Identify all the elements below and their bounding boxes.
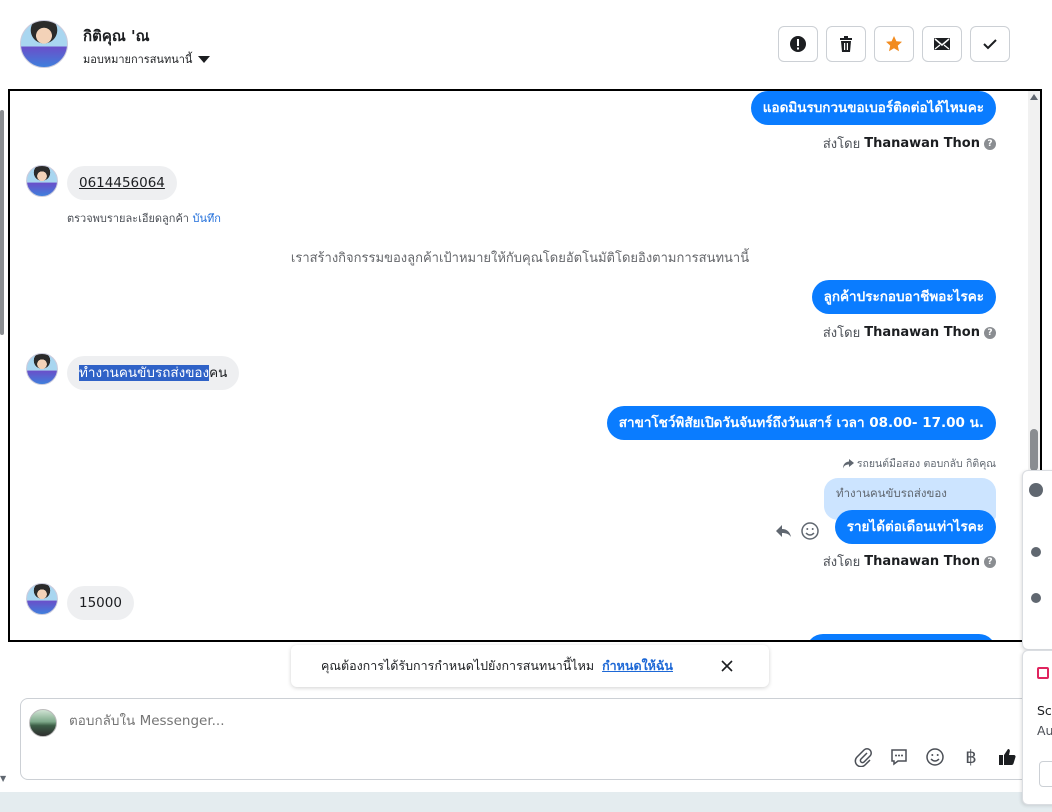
- message-bubble-outgoing-partial[interactable]: [806, 634, 996, 640]
- payment-button[interactable]: ฿: [960, 746, 982, 768]
- help-icon[interactable]: ?: [984, 137, 996, 150]
- attach-button[interactable]: [852, 746, 874, 768]
- sent-by-prefix: ส่งโดย: [822, 326, 861, 341]
- contact-avatar-small: [26, 165, 58, 197]
- message-bubble-outgoing[interactable]: สาขาโชว์พิสัยเปิดวันจันทร์ถึงวันเสาร์ เว…: [606, 406, 996, 440]
- app: กิติคุณ 'ณ มอบหมายการสนทนานี้ แอดมินรบกว…: [0, 0, 1052, 812]
- message-composer: ฿: [20, 698, 1030, 780]
- header-actions: [778, 26, 1010, 62]
- envelope-icon: [934, 38, 950, 50]
- message-bubble-incoming[interactable]: 15000: [67, 586, 134, 620]
- contact-avatar-small: [26, 583, 58, 615]
- baht-icon: ฿: [965, 746, 977, 768]
- share-arrow-icon: [842, 458, 854, 468]
- side-avatar: [1029, 483, 1043, 497]
- sent-by-label: ส่งโดย Thanawan Thon ?: [823, 551, 996, 572]
- sender-name: Thanawan Thon: [864, 325, 980, 340]
- sent-by-prefix: ส่งโดย: [822, 555, 861, 570]
- sender-name: Thanawan Thon: [864, 136, 980, 151]
- thumbs-up-icon: [999, 749, 1016, 765]
- bottom-band: [0, 792, 1052, 812]
- emoji-icon: [926, 748, 944, 766]
- message-bubble-outgoing[interactable]: แอดมินรบกวนขอเบอร์ติดต่อได้ไหมคะ: [750, 91, 996, 125]
- paperclip-icon: [854, 748, 872, 767]
- emoji-reaction-icon[interactable]: [800, 521, 820, 541]
- delete-button[interactable]: [826, 26, 866, 62]
- reply-label-text: รถยนต์มือสอง ตอบกลับ กิติคุณ: [856, 458, 996, 470]
- sender-name: Thanawan Thon: [864, 554, 980, 569]
- assign-to-me-link[interactable]: กำหนดให้ฉัน: [602, 656, 673, 676]
- system-message: เราสร้างกิจกรรมของลูกค้าเป้าหมายให้กับคุ…: [290, 251, 750, 266]
- notification-icon: [1037, 667, 1049, 679]
- side-avatar: [1031, 547, 1041, 557]
- side-notification-popup[interactable]: Sc Au: [1022, 650, 1052, 805]
- mark-unread-button[interactable]: [922, 26, 962, 62]
- reply-label: รถยนต์มือสอง ตอบกลับ กิติคุณ: [842, 455, 996, 472]
- done-button[interactable]: [970, 26, 1010, 62]
- sent-by-label: ส่งโดย Thanawan Thon ?: [823, 322, 996, 343]
- side-conversation-panel[interactable]: [1022, 470, 1052, 650]
- selected-text: ทำงานคนขับรถส่งของ: [79, 365, 210, 381]
- reply-icon[interactable]: [774, 521, 794, 541]
- saved-replies-button[interactable]: [888, 746, 910, 768]
- message-thread: แอดมินรบกวนขอเบอร์ติดต่อได้ไหมคะ ส่งโดย …: [8, 89, 1042, 642]
- scroll-thumb[interactable]: [1030, 429, 1038, 471]
- alert-icon: [790, 36, 806, 52]
- star-icon: [886, 36, 902, 52]
- message-hover-actions: [774, 521, 820, 541]
- close-icon[interactable]: [718, 657, 736, 675]
- popup-line-2: Au: [1037, 723, 1052, 738]
- save-link[interactable]: บันทึก: [192, 212, 220, 225]
- report-button[interactable]: [778, 26, 818, 62]
- side-avatar: [1031, 593, 1041, 603]
- contact-avatar-small: [26, 353, 58, 385]
- emoji-button[interactable]: [924, 746, 946, 768]
- reply-input[interactable]: [69, 713, 769, 729]
- contact-avatar[interactable]: [20, 20, 68, 68]
- sent-by-prefix: ส่งโดย: [822, 137, 861, 152]
- assign-dropdown[interactable]: มอบหมายการสนทนานี้: [83, 50, 211, 68]
- like-button[interactable]: [996, 746, 1018, 768]
- conversation-header: กิติคุณ 'ณ มอบหมายการสนทนานี้: [0, 0, 1040, 88]
- popup-line-1: Sc: [1037, 703, 1052, 718]
- chat-bubble-icon: [891, 749, 907, 766]
- trash-icon: [840, 36, 852, 52]
- message-bubble-outgoing[interactable]: ลูกค้าประกอบอาชีพอะไรคะ: [811, 280, 996, 314]
- message-bubble-incoming[interactable]: 0614456064: [67, 166, 177, 200]
- composer-tools: ฿: [852, 746, 1018, 768]
- sent-by-label: ส่งโดย Thanawan Thon ?: [823, 133, 996, 154]
- contact-name[interactable]: กิติคุณ 'ณ: [83, 24, 150, 48]
- page-avatar: [29, 709, 57, 737]
- help-icon[interactable]: ?: [984, 326, 996, 339]
- assign-suggestion-toast: คุณต้องการได้รับการกำหนดไปยังการสนทนานี้…: [291, 645, 769, 687]
- customer-detail-note: ตรวจพบรายละเอียดลูกค้า บันทึก: [67, 209, 221, 227]
- star-button[interactable]: [874, 26, 914, 62]
- help-icon[interactable]: ?: [984, 555, 996, 568]
- assign-label: มอบหมายการสนทนานี้: [83, 53, 193, 66]
- message-bubble-outgoing[interactable]: รายได้ต่อเดือนเท่าไรคะ: [834, 510, 996, 544]
- scroll-up-arrow[interactable]: [1030, 94, 1038, 100]
- scroll-down-arrow[interactable]: ▼: [0, 774, 6, 783]
- check-icon: [983, 39, 997, 50]
- chevron-down-icon: [198, 56, 211, 63]
- toast-text: คุณต้องการได้รับการกำหนดไปยังการสนทนานี้…: [321, 658, 595, 673]
- note-text: ตรวจพบรายละเอียดลูกค้า: [67, 212, 189, 225]
- left-scrollbar[interactable]: [0, 110, 4, 335]
- popup-button[interactable]: [1039, 761, 1052, 787]
- message-text: คน: [209, 365, 228, 381]
- message-bubble-incoming[interactable]: ทำงานคนขับรถส่งของคน: [67, 356, 240, 390]
